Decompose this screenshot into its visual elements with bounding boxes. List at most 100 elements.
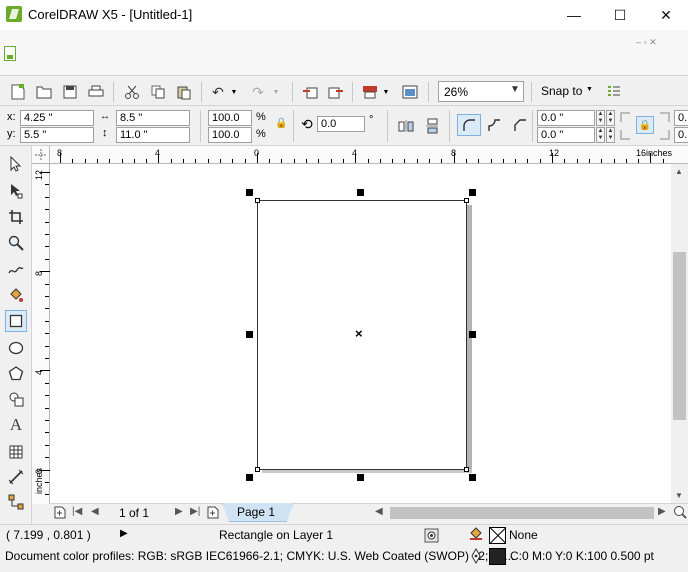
corner-radius-bottom-right-field[interactable]: 0. <box>674 127 688 143</box>
last-page-icon[interactable]: ▶| <box>190 506 200 517</box>
selection-handle-top-right[interactable] <box>469 189 476 196</box>
polygon-tool-icon[interactable] <box>5 363 27 385</box>
chevron-down-icon[interactable]: ▼ <box>510 84 520 95</box>
zoom-tool-icon[interactable] <box>5 232 27 254</box>
next-page-icon[interactable]: ▶ <box>175 506 183 517</box>
fill-bucket-icon[interactable] <box>468 526 484 545</box>
ruler-tick <box>293 159 295 163</box>
corner-radius-top-left-field[interactable]: 0.0 " <box>537 110 595 126</box>
paste-icon[interactable] <box>174 82 194 102</box>
selection-handle-top-left[interactable] <box>246 189 253 196</box>
corner-radius-top-right-field[interactable]: 0. <box>674 110 688 126</box>
crop-tool-icon[interactable] <box>5 206 27 228</box>
horizontal-scrollbar-thumb[interactable] <box>390 507 654 519</box>
save-icon[interactable] <box>60 82 80 102</box>
lock-ratio-icon[interactable]: 🔒 <box>275 118 287 129</box>
selection-handle-bottom-right[interactable] <box>469 474 476 481</box>
copy-icon[interactable] <box>148 82 168 102</box>
chamfered-corner-icon[interactable] <box>510 115 530 135</box>
vertical-scrollbar-thumb[interactable] <box>673 252 686 420</box>
new-icon[interactable] <box>8 82 28 102</box>
redo-icon[interactable]: ↷ <box>248 82 268 102</box>
close-button[interactable]: ✕ <box>643 0 688 30</box>
rectangle-tool-icon[interactable] <box>5 310 27 332</box>
options-icon[interactable] <box>604 82 624 102</box>
scroll-left-icon[interactable]: ◀ <box>375 506 383 517</box>
lock-corners-icon[interactable]: 🔒 <box>636 116 654 134</box>
import-icon[interactable] <box>300 82 320 102</box>
launcher-dropdown-icon[interactable]: ▼ <box>380 82 392 102</box>
selection-handle-top[interactable] <box>357 189 364 196</box>
ruler-tick <box>45 420 49 421</box>
snap-to-button[interactable]: Snap to <box>541 84 582 98</box>
undo-dropdown-icon[interactable]: ▼ <box>228 82 240 102</box>
export-icon[interactable] <box>326 82 346 102</box>
redo-dropdown-icon[interactable]: ▼ <box>270 82 282 102</box>
scroll-up-icon[interactable]: ▲ <box>675 167 683 176</box>
corner-node[interactable] <box>255 467 260 472</box>
connector-tool-icon[interactable] <box>5 491 27 513</box>
scalloped-corner-icon[interactable] <box>484 115 504 135</box>
corner-node[interactable] <box>464 198 469 203</box>
text-tool-icon[interactable]: A <box>5 414 27 436</box>
outline-pen-icon[interactable] <box>470 547 482 568</box>
expand-status-icon[interactable]: ▶ <box>120 528 128 539</box>
corner-radius-bottom-left-field[interactable]: 0.0 " <box>537 127 595 143</box>
previous-page-icon[interactable]: ◀ <box>91 506 99 517</box>
width-field[interactable]: 8.5 " <box>116 110 190 126</box>
cut-icon[interactable] <box>122 82 142 102</box>
welcome-screen-icon[interactable] <box>400 82 420 102</box>
selection-handle-bottom-left[interactable] <box>246 474 253 481</box>
document-icon[interactable] <box>4 46 16 61</box>
shape-tool-icon[interactable] <box>5 180 27 202</box>
height-field[interactable]: 11.0 " <box>116 127 190 143</box>
corner-radius-spinner[interactable]: ▲ ▼ <box>596 110 605 126</box>
smart-fill-tool-icon[interactable] <box>5 284 27 306</box>
navigator-icon[interactable] <box>673 505 687 522</box>
insert-page-after-icon[interactable] <box>207 506 219 522</box>
first-page-icon[interactable]: |◀ <box>72 506 82 517</box>
document-window-controls[interactable]: – ▫ ✕ <box>636 37 657 48</box>
basic-shapes-tool-icon[interactable] <box>5 388 27 410</box>
round-corner-icon[interactable] <box>457 114 481 136</box>
selection-handle-bottom[interactable] <box>357 474 364 481</box>
table-tool-icon[interactable] <box>5 441 27 463</box>
percent-label: % <box>256 111 266 123</box>
fill-color-swatch[interactable] <box>489 527 506 544</box>
rotation-angle-field[interactable]: 0.0 <box>317 116 365 132</box>
undo-icon[interactable]: ↶ <box>208 82 228 102</box>
corner-node[interactable] <box>255 198 260 203</box>
document-color-profiles[interactable]: Document color profiles: RGB: sRGB IEC61… <box>5 549 514 563</box>
open-icon[interactable] <box>34 82 54 102</box>
scroll-down-icon[interactable]: ▼ <box>675 491 683 500</box>
corner-radius-spinner[interactable]: ▲ ▼ <box>606 127 615 143</box>
mirror-horizontal-icon[interactable] <box>396 116 416 136</box>
dimension-tool-icon[interactable] <box>5 466 27 488</box>
selection-handle-right[interactable] <box>469 331 476 338</box>
ruler-tick <box>121 159 123 163</box>
mirror-vertical-icon[interactable] <box>422 116 442 136</box>
pick-tool-icon[interactable] <box>5 153 27 175</box>
y-position-field[interactable]: 5.5 " <box>20 127 94 143</box>
corner-node[interactable] <box>464 467 469 472</box>
minimize-button[interactable]: — <box>551 0 597 30</box>
selection-handle-left[interactable] <box>246 331 253 338</box>
ellipse-tool-icon[interactable] <box>5 337 27 359</box>
application-launcher-icon[interactable] <box>360 82 380 102</box>
corner-radius-spinner[interactable]: ▲ ▼ <box>606 110 615 126</box>
ruler-origin-icon[interactable] <box>32 146 50 164</box>
scroll-right-icon[interactable]: ▶ <box>658 506 666 517</box>
freehand-tool-icon[interactable] <box>5 258 27 280</box>
scale-width-field[interactable]: 100.0 <box>208 110 252 126</box>
ruler-tick <box>638 159 640 163</box>
insert-page-before-icon[interactable] <box>54 506 66 522</box>
maximize-button[interactable]: ☐ <box>597 0 643 30</box>
center-marker-icon[interactable]: × <box>355 327 363 340</box>
outline-color-swatch[interactable] <box>489 548 506 565</box>
scale-height-field[interactable]: 100.0 <box>208 127 252 143</box>
snap-to-dropdown-icon[interactable]: ▼ <box>586 86 593 93</box>
print-icon[interactable] <box>86 82 106 102</box>
corner-radius-spinner[interactable]: ▲ ▼ <box>596 127 605 143</box>
color-proof-icon[interactable] <box>424 528 439 546</box>
x-position-field[interactable]: 4.25 " <box>20 110 94 126</box>
